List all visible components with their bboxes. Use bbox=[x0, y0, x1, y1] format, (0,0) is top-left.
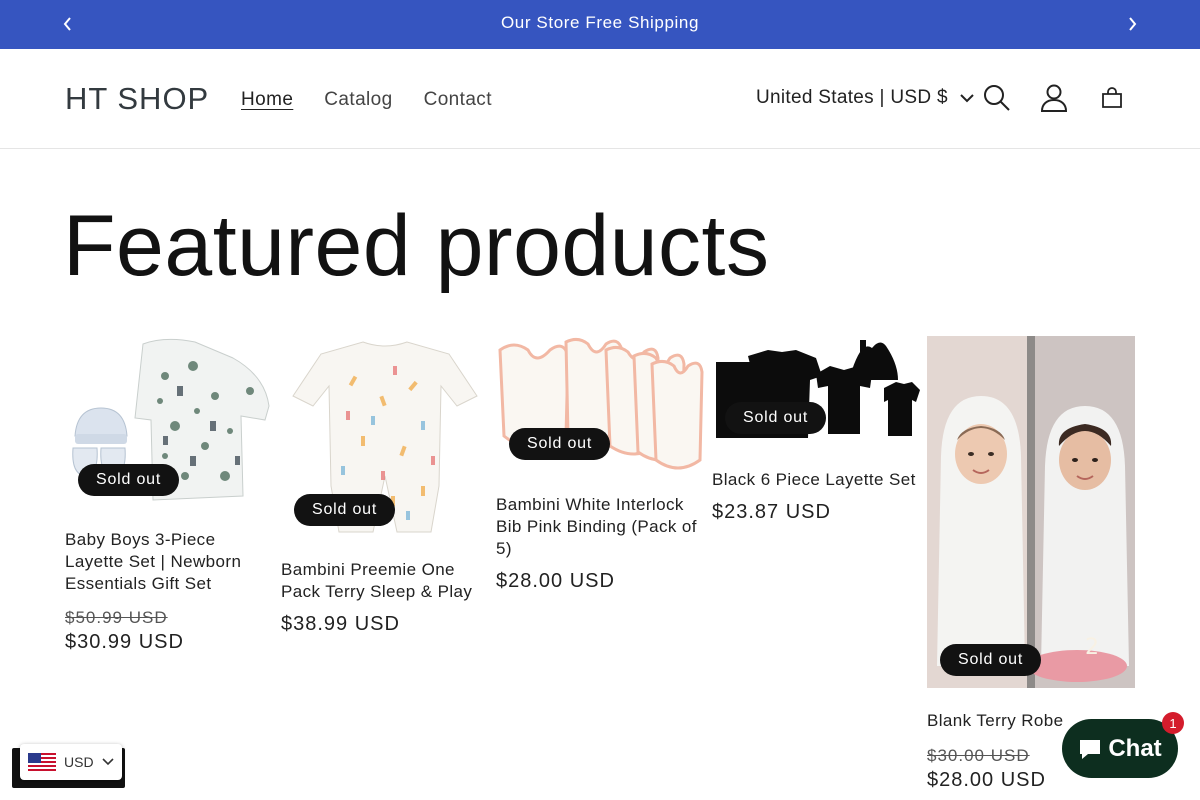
store-logo[interactable]: HT SHOP bbox=[65, 81, 209, 117]
product-price: $30.99 USD bbox=[65, 631, 184, 653]
product-title[interactable]: Black 6 Piece Layette Set bbox=[712, 469, 920, 491]
chat-bubble-icon bbox=[1080, 739, 1101, 759]
nav-link-contact[interactable]: Contact bbox=[424, 89, 492, 111]
chevron-left-icon bbox=[63, 17, 71, 31]
cake-number: 2 bbox=[1085, 635, 1099, 660]
product-title[interactable]: Baby Boys 3-Piece Layette Set | Newborn … bbox=[65, 529, 273, 595]
search-button[interactable] bbox=[981, 82, 1013, 114]
product-card[interactable]: Sold out Bambini White Interlock Bib Pin… bbox=[496, 336, 704, 593]
nav-link-home[interactable]: Home bbox=[241, 89, 293, 111]
currency-label: USD bbox=[64, 754, 94, 770]
chat-button[interactable]: Chat bbox=[1062, 719, 1178, 778]
sold-out-badge: Sold out bbox=[940, 644, 1042, 676]
chat-label: Chat bbox=[1108, 734, 1162, 762]
section-title: Featured products bbox=[63, 198, 770, 294]
chat-notification-badge: 1 bbox=[1162, 712, 1184, 734]
product-image[interactable]: Sold out bbox=[712, 336, 920, 448]
cart-button[interactable] bbox=[1096, 82, 1128, 114]
product-title[interactable]: Bambini White Interlock Bib Pink Binding… bbox=[496, 494, 704, 560]
product-card[interactable]: Sold out Bambini Preemie One Pack Terry … bbox=[281, 336, 489, 636]
product-title[interactable]: Bambini Preemie One Pack Terry Sleep & P… bbox=[281, 559, 489, 603]
us-flag-icon bbox=[28, 753, 56, 771]
product-price: $23.87 USD bbox=[712, 501, 831, 523]
site-header: HT SHOP Home Catalog Contact United Stat… bbox=[0, 49, 1200, 149]
account-button[interactable] bbox=[1038, 82, 1070, 114]
currency-widget: USD bbox=[12, 744, 125, 788]
announcement-bar: Our Store Free Shipping bbox=[0, 0, 1200, 49]
product-image[interactable]: Sold out bbox=[281, 336, 489, 536]
product-price: $38.99 USD bbox=[281, 613, 400, 635]
sold-out-badge: Sold out bbox=[725, 402, 827, 434]
main-nav: Home Catalog Contact bbox=[241, 89, 492, 111]
product-image[interactable]: 2 Sold out bbox=[927, 336, 1135, 688]
chevron-right-icon bbox=[1129, 17, 1137, 31]
product-card[interactable]: Sold out Black 6 Piece Layette Set $23.8… bbox=[712, 336, 920, 524]
cart-icon bbox=[1102, 87, 1122, 108]
account-icon bbox=[1040, 84, 1068, 112]
previous-announcement-button[interactable] bbox=[56, 12, 80, 36]
next-announcement-button[interactable] bbox=[1120, 12, 1144, 36]
nav-link-catalog[interactable]: Catalog bbox=[324, 89, 392, 111]
product-image[interactable]: Sold out bbox=[496, 336, 704, 474]
sold-out-badge: Sold out bbox=[294, 494, 396, 526]
country-label: United States | USD $ bbox=[756, 87, 948, 108]
sold-out-badge: Sold out bbox=[509, 428, 611, 460]
announcement-text: Our Store Free Shipping bbox=[500, 13, 700, 32]
product-card[interactable]: Sold out Baby Boys 3-Piece Layette Set |… bbox=[65, 336, 273, 654]
country-selector[interactable]: United States | USD $ bbox=[756, 87, 974, 109]
product-image[interactable]: Sold out bbox=[65, 336, 273, 506]
sold-out-badge: Sold out bbox=[78, 464, 180, 496]
product-price: $28.00 USD bbox=[496, 570, 615, 592]
currency-selector[interactable]: USD bbox=[20, 744, 122, 780]
chevron-down-icon bbox=[101, 758, 114, 766]
terry-robe-image: 2 bbox=[927, 336, 1135, 688]
search-icon bbox=[984, 85, 1010, 111]
chevron-down-icon bbox=[960, 93, 974, 102]
product-compare-price: $50.99 USD bbox=[65, 608, 168, 627]
